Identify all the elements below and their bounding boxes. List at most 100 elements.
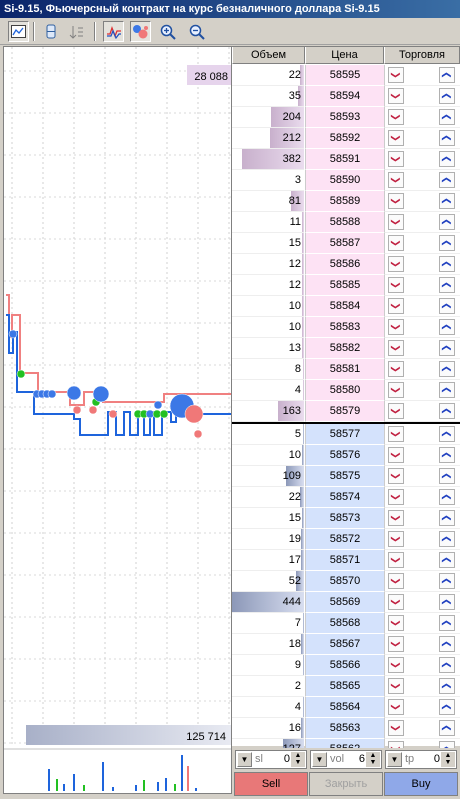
sell-limit-chevron-down-icon[interactable]: ❯ bbox=[388, 573, 404, 589]
buy-limit-chevron-up-icon[interactable]: ❮ bbox=[439, 361, 455, 377]
ask-row[interactable]: 12 58585 ❯ ❮ bbox=[232, 275, 460, 296]
sell-limit-chevron-down-icon[interactable]: ❯ bbox=[388, 552, 404, 568]
bid-row[interactable]: 7 58568 ❯ ❮ bbox=[232, 613, 460, 634]
buy-limit-chevron-up-icon[interactable]: ❮ bbox=[439, 88, 455, 104]
bid-row[interactable]: 109 58575 ❯ ❮ bbox=[232, 466, 460, 487]
sell-limit-chevron-down-icon[interactable]: ❯ bbox=[388, 426, 404, 442]
price-cell[interactable]: 58569 bbox=[305, 592, 384, 613]
tp-spin-icon[interactable]: ▲ ▼ bbox=[441, 752, 455, 767]
tp-dropdown-icon[interactable]: ▼ bbox=[387, 752, 402, 767]
price-cell[interactable]: 58576 bbox=[305, 445, 384, 466]
price-column-header[interactable]: Цена bbox=[305, 47, 384, 64]
sell-limit-chevron-down-icon[interactable]: ❯ bbox=[388, 277, 404, 293]
buy-limit-chevron-up-icon[interactable]: ❮ bbox=[439, 552, 455, 568]
tp-value[interactable]: 0 bbox=[434, 753, 440, 765]
ask-row[interactable]: 10 58584 ❯ ❮ bbox=[232, 296, 460, 317]
sell-button[interactable]: Sell bbox=[234, 772, 308, 796]
ask-row[interactable]: 35 58594 ❯ ❮ bbox=[232, 86, 460, 107]
buy-limit-chevron-up-icon[interactable]: ❮ bbox=[439, 403, 455, 419]
sell-limit-chevron-down-icon[interactable]: ❯ bbox=[388, 636, 404, 652]
bid-row[interactable]: 52 58570 ❯ ❮ bbox=[232, 571, 460, 592]
ask-row[interactable]: 10 58583 ❯ ❮ bbox=[232, 317, 460, 338]
price-cell[interactable]: 58582 bbox=[305, 338, 384, 359]
buy-limit-chevron-up-icon[interactable]: ❮ bbox=[439, 298, 455, 314]
sell-limit-chevron-down-icon[interactable]: ❯ bbox=[388, 151, 404, 167]
price-cell[interactable]: 58584 bbox=[305, 296, 384, 317]
buy-limit-chevron-up-icon[interactable]: ❮ bbox=[439, 531, 455, 547]
price-cell[interactable]: 58583 bbox=[305, 317, 384, 338]
price-cell[interactable]: 58591 bbox=[305, 149, 384, 170]
price-cell[interactable]: 58586 bbox=[305, 254, 384, 275]
buy-limit-chevron-up-icon[interactable]: ❮ bbox=[439, 426, 455, 442]
sell-limit-chevron-down-icon[interactable]: ❯ bbox=[388, 489, 404, 505]
bid-row[interactable]: 5 58577 ❯ ❮ bbox=[232, 424, 460, 445]
sell-limit-chevron-down-icon[interactable]: ❯ bbox=[388, 298, 404, 314]
price-cell[interactable]: 58580 bbox=[305, 380, 384, 401]
price-cell[interactable]: 58571 bbox=[305, 550, 384, 571]
sell-limit-chevron-down-icon[interactable]: ❯ bbox=[388, 382, 404, 398]
sell-limit-chevron-down-icon[interactable]: ❯ bbox=[388, 193, 404, 209]
sell-limit-chevron-down-icon[interactable]: ❯ bbox=[388, 214, 404, 230]
bid-row[interactable]: 444 58569 ❯ ❮ bbox=[232, 592, 460, 613]
sl-dropdown-icon[interactable]: ▼ bbox=[237, 752, 252, 767]
price-cell[interactable]: 58577 bbox=[305, 424, 384, 445]
sell-limit-chevron-down-icon[interactable]: ❯ bbox=[388, 109, 404, 125]
price-cell[interactable]: 58581 bbox=[305, 359, 384, 380]
price-cell[interactable]: 58592 bbox=[305, 128, 384, 149]
volume-column-header[interactable]: Объем bbox=[232, 47, 305, 64]
price-cell[interactable]: 58585 bbox=[305, 275, 384, 296]
sell-limit-chevron-down-icon[interactable]: ❯ bbox=[388, 657, 404, 673]
sell-limit-chevron-down-icon[interactable]: ❯ bbox=[388, 256, 404, 272]
buy-limit-chevron-up-icon[interactable]: ❮ bbox=[439, 657, 455, 673]
bid-row[interactable]: 9 58566 ❯ ❮ bbox=[232, 655, 460, 676]
ask-row[interactable]: 13 58582 ❯ ❮ bbox=[232, 338, 460, 359]
sell-limit-chevron-down-icon[interactable]: ❯ bbox=[388, 468, 404, 484]
vol-dropdown-icon[interactable]: ▼ bbox=[312, 752, 327, 767]
buy-limit-chevron-up-icon[interactable]: ❮ bbox=[439, 235, 455, 251]
buy-limit-chevron-up-icon[interactable]: ❮ bbox=[439, 447, 455, 463]
bid-row[interactable]: 15 58573 ❯ ❮ bbox=[232, 508, 460, 529]
sell-limit-chevron-down-icon[interactable]: ❯ bbox=[388, 235, 404, 251]
ask-row[interactable]: 11 58588 ❯ ❮ bbox=[232, 212, 460, 233]
chart-icon[interactable] bbox=[8, 21, 29, 42]
bid-row[interactable]: 4 58564 ❯ ❮ bbox=[232, 697, 460, 718]
sl-spin-icon[interactable]: ▲ ▼ bbox=[291, 752, 305, 767]
bid-row[interactable]: 16 58563 ❯ ❮ bbox=[232, 718, 460, 739]
price-cell[interactable]: 58594 bbox=[305, 86, 384, 107]
zoom-out-icon[interactable] bbox=[186, 21, 207, 42]
buy-limit-chevron-up-icon[interactable]: ❮ bbox=[439, 193, 455, 209]
sell-limit-chevron-down-icon[interactable]: ❯ bbox=[388, 361, 404, 377]
ask-row[interactable]: 4 58580 ❯ ❮ bbox=[232, 380, 460, 401]
sell-limit-chevron-down-icon[interactable]: ❯ bbox=[388, 720, 404, 736]
price-cell[interactable]: 58587 bbox=[305, 233, 384, 254]
sell-limit-chevron-down-icon[interactable]: ❯ bbox=[388, 615, 404, 631]
buy-limit-chevron-up-icon[interactable]: ❮ bbox=[439, 510, 455, 526]
ask-row[interactable]: 3 58590 ❯ ❮ bbox=[232, 170, 460, 191]
buy-limit-chevron-up-icon[interactable]: ❮ bbox=[439, 214, 455, 230]
tick-chart-icon[interactable] bbox=[103, 21, 124, 42]
price-cell[interactable]: 58595 bbox=[305, 65, 384, 86]
buy-limit-chevron-up-icon[interactable]: ❮ bbox=[439, 382, 455, 398]
ask-row[interactable]: 163 58579 ❯ ❮ bbox=[232, 401, 460, 422]
sort-icon[interactable] bbox=[66, 21, 87, 42]
vol-spin-icon[interactable]: ▲ ▼ bbox=[366, 752, 380, 767]
price-cell[interactable]: 58590 bbox=[305, 170, 384, 191]
ask-row[interactable]: 81 58589 ❯ ❮ bbox=[232, 191, 460, 212]
buy-limit-chevron-up-icon[interactable]: ❮ bbox=[439, 678, 455, 694]
tp-stepper[interactable]: ▼ tp 0 ▲ ▼ bbox=[385, 750, 457, 769]
buy-limit-chevron-up-icon[interactable]: ❮ bbox=[439, 489, 455, 505]
price-cell[interactable]: 58574 bbox=[305, 487, 384, 508]
bid-row[interactable]: 22 58574 ❯ ❮ bbox=[232, 487, 460, 508]
price-cell[interactable]: 58568 bbox=[305, 613, 384, 634]
bubbles-icon[interactable] bbox=[130, 21, 151, 42]
buy-limit-chevron-up-icon[interactable]: ❮ bbox=[439, 594, 455, 610]
bid-row[interactable]: 17 58571 ❯ ❮ bbox=[232, 550, 460, 571]
buy-limit-chevron-up-icon[interactable]: ❮ bbox=[439, 109, 455, 125]
close-position-button[interactable]: Закрыть bbox=[309, 772, 383, 796]
buy-limit-chevron-up-icon[interactable]: ❮ bbox=[439, 67, 455, 83]
buy-button[interactable]: Buy bbox=[384, 772, 458, 796]
buy-limit-chevron-up-icon[interactable]: ❮ bbox=[439, 720, 455, 736]
sell-limit-chevron-down-icon[interactable]: ❯ bbox=[388, 67, 404, 83]
ask-row[interactable]: 204 58593 ❯ ❮ bbox=[232, 107, 460, 128]
price-cell[interactable]: 58575 bbox=[305, 466, 384, 487]
